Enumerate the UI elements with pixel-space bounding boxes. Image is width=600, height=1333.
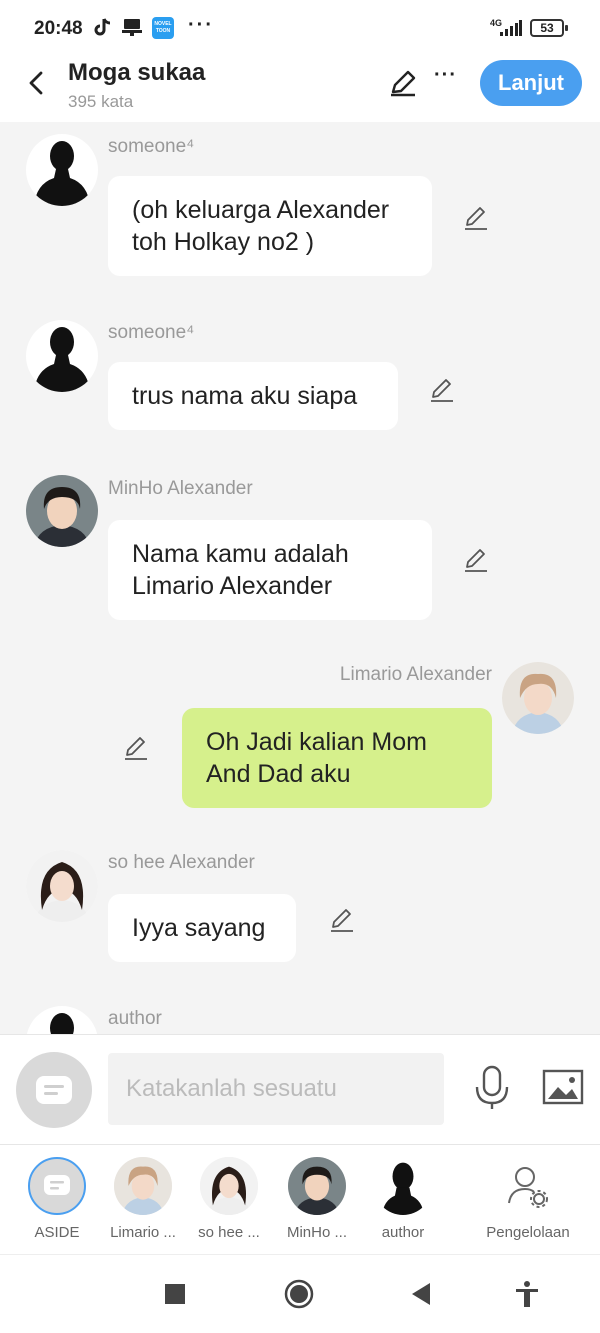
silhouette-icon xyxy=(34,327,90,392)
character-label: author xyxy=(381,1224,425,1241)
character-label: Pengelolaan xyxy=(486,1224,570,1241)
sender-name: Limario Alexander xyxy=(339,664,492,685)
message-bubble[interactable]: (oh keluarga Alexander toh Holkay no2 ) xyxy=(108,176,432,276)
avatar[interactable] xyxy=(26,320,98,392)
edit-message-icon[interactable] xyxy=(122,734,150,762)
battery-icon: 53 xyxy=(530,19,568,37)
sender-name: someone⁴ xyxy=(108,322,195,343)
accessibility-button[interactable] xyxy=(512,1279,542,1309)
image-icon[interactable] xyxy=(542,1069,584,1105)
character-label: Limario ... xyxy=(110,1224,176,1241)
sender-name: someone⁴ xyxy=(108,136,195,157)
message-bubble[interactable]: Nama kamu adalah Limario Alexander xyxy=(108,520,432,620)
minho-avatar-icon xyxy=(26,475,98,547)
next-button[interactable]: Lanjut xyxy=(480,60,582,106)
character-limario[interactable]: Limario ... xyxy=(100,1157,186,1241)
silhouette-icon xyxy=(50,1013,74,1034)
edit-message-icon[interactable] xyxy=(428,376,456,404)
avatar[interactable] xyxy=(26,134,98,206)
recent-apps-button[interactable] xyxy=(160,1279,190,1309)
chat-area[interactable]: someone⁴ (oh keluarga Alexander toh Holk… xyxy=(0,122,600,1034)
header: Moga sukaa 395 kata ··· Lanjut xyxy=(0,56,600,122)
sohee-avatar-icon xyxy=(200,1157,258,1215)
microphone-icon[interactable] xyxy=(472,1065,512,1111)
silhouette-icon xyxy=(382,1162,424,1215)
minho-avatar-icon xyxy=(288,1157,346,1215)
message-bubble[interactable]: Oh Jadi kalian Mom And Dad aku xyxy=(182,708,492,808)
back-nav-button[interactable] xyxy=(406,1279,436,1309)
aside-icon xyxy=(28,1157,86,1215)
character-label: MinHo ... xyxy=(286,1224,347,1241)
user-settings-icon xyxy=(499,1157,557,1215)
tiktok-icon xyxy=(94,18,111,36)
avatar xyxy=(114,1157,172,1215)
message-input[interactable]: Katakanlah sesuatu xyxy=(108,1053,444,1125)
sender-name: author xyxy=(108,1008,162,1029)
back-button[interactable] xyxy=(22,68,52,98)
page-title: Moga sukaa xyxy=(68,59,206,86)
system-nav-bar xyxy=(0,1254,600,1333)
notification-icon xyxy=(122,19,142,36)
character-aside[interactable]: ASIDE xyxy=(14,1157,100,1241)
message-bubble[interactable]: Iyya sayang xyxy=(108,894,296,962)
message-bubble[interactable]: trus nama aku siapa xyxy=(108,362,398,430)
more-notifications-icon: ··· xyxy=(188,14,214,36)
character-sohee[interactable]: so hee ... xyxy=(186,1157,272,1241)
character-minho[interactable]: MinHo ... xyxy=(274,1157,360,1241)
aside-toggle-button[interactable] xyxy=(16,1052,92,1128)
avatar xyxy=(288,1157,346,1215)
avatar[interactable] xyxy=(26,1006,98,1034)
character-label: ASIDE xyxy=(34,1224,80,1241)
avatar xyxy=(374,1157,432,1215)
status-bar: 20:48 NOVEL TOON ··· 4G 53 xyxy=(0,0,600,56)
avatar xyxy=(200,1157,258,1215)
silhouette-icon xyxy=(34,141,90,206)
more-options-button[interactable]: ··· xyxy=(434,64,457,87)
home-button[interactable] xyxy=(284,1279,314,1309)
avatar[interactable] xyxy=(26,475,98,547)
character-author[interactable]: author xyxy=(360,1157,446,1241)
character-management-button[interactable]: Pengelolaan xyxy=(480,1157,576,1241)
sender-name: MinHo Alexander xyxy=(108,478,253,499)
sender-name: so hee Alexander xyxy=(108,852,255,873)
character-bar: ASIDE Limario ... so hee ... MinHo ... a… xyxy=(0,1144,600,1254)
word-count: 395 kata xyxy=(68,92,134,111)
character-label: so hee ... xyxy=(198,1224,260,1241)
aside-icon xyxy=(36,1076,72,1104)
limario-avatar-icon xyxy=(114,1157,172,1215)
edit-message-icon[interactable] xyxy=(328,906,356,934)
input-bar: Katakanlah sesuatu xyxy=(0,1034,600,1144)
noveltoon-app-icon: NOVEL TOON xyxy=(152,17,174,39)
edit-icon[interactable] xyxy=(388,68,418,98)
signal-icon xyxy=(500,20,522,36)
status-time: 20:48 xyxy=(34,18,83,39)
edit-message-icon[interactable] xyxy=(462,546,490,574)
avatar[interactable] xyxy=(502,662,574,734)
battery-level: 53 xyxy=(540,21,554,35)
limario-avatar-icon xyxy=(502,662,574,734)
avatar[interactable] xyxy=(26,850,98,922)
sohee-avatar-icon xyxy=(26,850,98,922)
edit-message-icon[interactable] xyxy=(462,204,490,232)
